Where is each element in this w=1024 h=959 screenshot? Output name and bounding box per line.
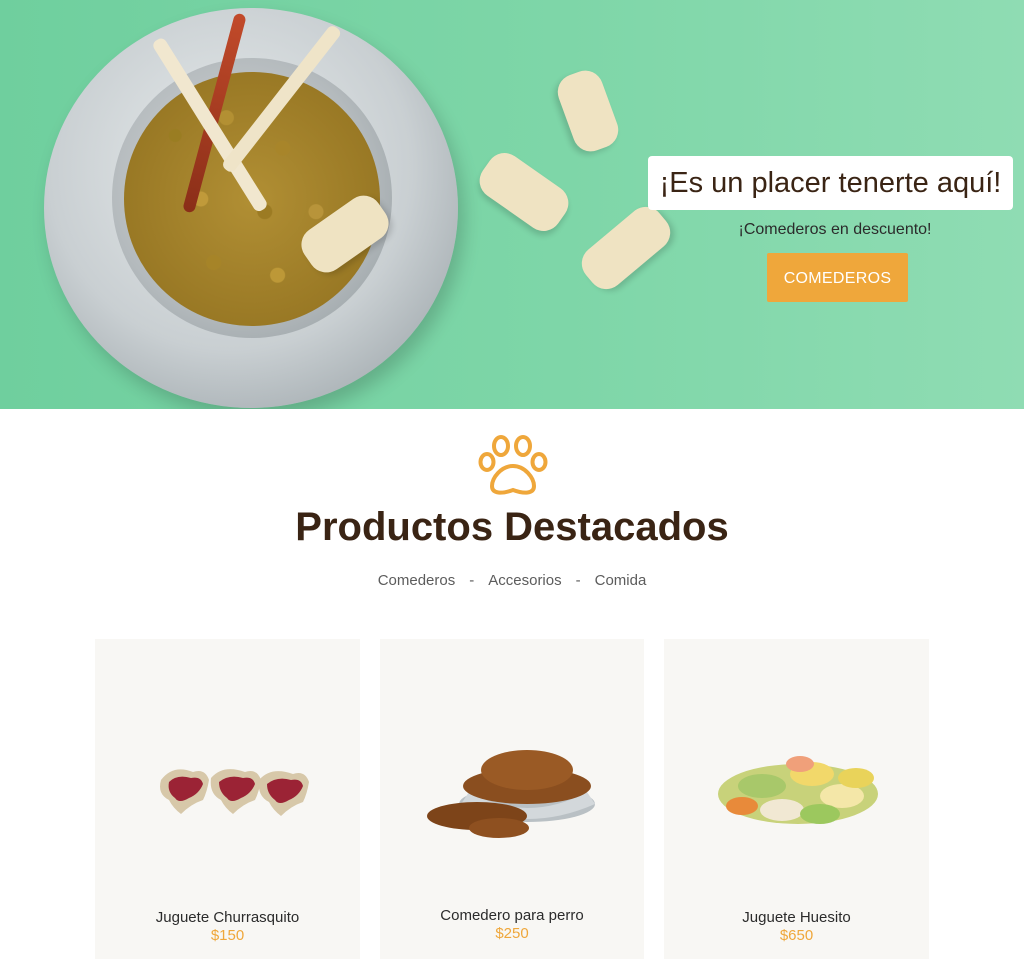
bone-biscuits-image: [717, 756, 878, 824]
food-bowl-image: [427, 750, 595, 838]
paw-icon: [478, 435, 548, 495]
filter-accesorios[interactable]: Accesorios: [488, 572, 561, 589]
product-price: $150: [210, 927, 245, 944]
product-name: Juguete Churrasquito: [155, 909, 300, 926]
filter-separator: -: [469, 572, 475, 589]
category-filters: Comederos - Accesorios - Comida: [0, 572, 1024, 589]
hero-subtitle: ¡Comederos en descuento!: [738, 221, 932, 238]
product-price: $650: [779, 927, 814, 944]
comederos-button[interactable]: COMEDEROS: [767, 253, 908, 302]
product-price: $250: [495, 925, 529, 942]
hero-title: ¡Es un placer tenerte aquí!: [648, 156, 1013, 210]
filter-separator: -: [575, 572, 581, 589]
product-card[interactable]: Juguete Churrasquito $150: [95, 639, 360, 959]
hero-bone-treat: [472, 145, 576, 239]
product-name: Comedero para perro: [440, 907, 584, 924]
filter-comederos[interactable]: Comederos: [378, 572, 456, 589]
hero-banner: ¡Es un placer tenerte aquí! ¡Comederos e…: [0, 0, 1024, 409]
product-card[interactable]: Juguete Huesito $650: [664, 639, 929, 959]
steak-toy-image: [159, 769, 309, 816]
section-title: Productos Destacados: [295, 505, 729, 549]
product-card[interactable]: Comedero para perro $250: [380, 639, 644, 959]
hero-bone-treat: [574, 199, 678, 297]
hero-bone-treat: [552, 65, 624, 157]
product-name: Juguete Huesito: [742, 909, 851, 926]
filter-comida[interactable]: Comida: [595, 572, 647, 589]
